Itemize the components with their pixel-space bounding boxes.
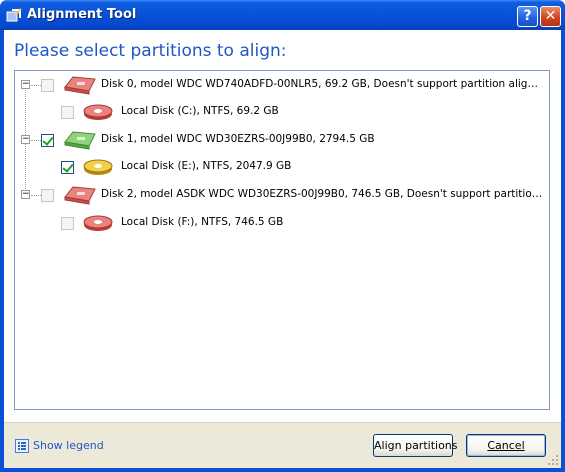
hard-disk-icon — [64, 131, 96, 150]
tree-node-disk-0[interactable]: − Disk 0, model WDC WD740ADFD-00NLR5, 69… — [15, 74, 549, 96]
dialog-footer: Show legend Align partitions Cancel — [4, 422, 561, 468]
partition-c-label: Local Disk (C:), NTFS, 69.2 GB — [121, 105, 279, 117]
partition-icon — [83, 104, 113, 120]
align-partitions-button[interactable]: Align partitions — [373, 434, 458, 457]
help-button[interactable]: ? — [517, 6, 538, 27]
app-icon — [6, 8, 22, 22]
disk-1-label: Disk 1, model WDC WD30EZRS-00J99B0, 2794… — [101, 133, 375, 145]
disk-1-checkbox[interactable] — [41, 134, 54, 147]
partition-f-checkbox[interactable] — [61, 217, 74, 230]
hard-disk-icon — [64, 186, 96, 205]
partition-tree[interactable]: − Disk 0, model WDC WD740ADFD-00NLR5, 69… — [14, 70, 550, 410]
tree-node-disk-2[interactable]: − Disk 2, model ASDK WDC WD30EZRS-00J99B… — [15, 184, 549, 206]
tree-node-partition-f[interactable]: Local Disk (F:), NTFS, 746.5 GB — [15, 212, 549, 234]
partition-icon — [83, 215, 113, 231]
disk-0-checkbox[interactable] — [41, 79, 54, 92]
cancel-button[interactable]: Cancel — [466, 434, 546, 457]
hard-disk-icon — [64, 76, 96, 95]
tree-connector — [31, 140, 41, 141]
tree-node-partition-e[interactable]: Local Disk (E:), NTFS, 2047.9 GB — [15, 156, 549, 178]
partition-f-label: Local Disk (F:), NTFS, 746.5 GB — [121, 216, 284, 228]
cancel-button-label: Cancel — [487, 439, 525, 452]
tree-connector — [31, 195, 41, 196]
partition-e-checkbox[interactable] — [61, 161, 74, 174]
show-legend-link[interactable]: Show legend — [33, 439, 104, 452]
tree-connector — [31, 85, 41, 86]
partition-icon — [83, 159, 113, 175]
partition-e-label: Local Disk (E:), NTFS, 2047.9 GB — [121, 160, 292, 172]
dialog-body: Please select partitions to align: − Dis… — [4, 30, 561, 468]
page-title: Please select partitions to align: — [14, 41, 287, 61]
tree-node-partition-c[interactable]: Local Disk (C:), NTFS, 69.2 GB — [15, 101, 549, 123]
partition-c-checkbox[interactable] — [61, 106, 74, 119]
resize-grip-icon[interactable] — [547, 454, 559, 466]
disk-2-checkbox[interactable] — [41, 189, 54, 202]
close-button[interactable]: ✕ — [540, 6, 561, 27]
window-title: Alignment Tool — [27, 7, 137, 22]
collapse-icon[interactable]: − — [21, 80, 30, 89]
disk-0-label: Disk 0, model WDC WD740ADFD-00NLR5, 69.2… — [101, 78, 541, 90]
alignment-tool-window: Alignment Tool ? ✕ Please select partiti… — [0, 0, 565, 472]
disk-2-label: Disk 2, model ASDK WDC WD30EZRS-00J99B0,… — [101, 188, 546, 200]
collapse-icon[interactable]: − — [21, 190, 30, 199]
tree-node-disk-1[interactable]: − Disk 1, model WDC WD30EZRS-00J99B0, 27… — [15, 129, 549, 151]
title-bar[interactable]: Alignment Tool ? ✕ — [0, 0, 565, 30]
legend-icon[interactable] — [15, 439, 29, 453]
collapse-icon[interactable]: − — [21, 135, 30, 144]
